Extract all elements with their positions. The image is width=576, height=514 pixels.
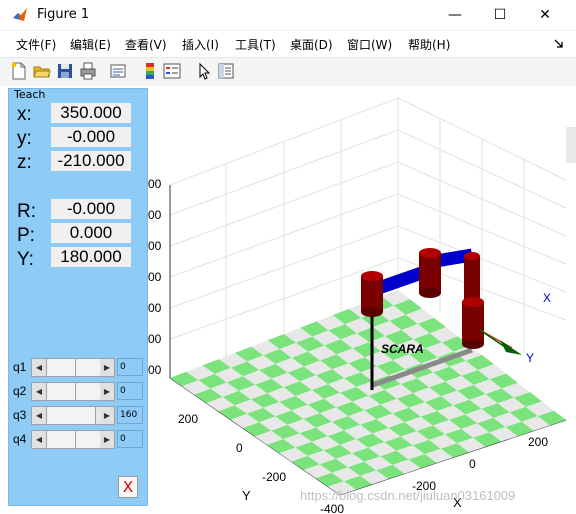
print-icon[interactable] (79, 62, 97, 80)
slider-thumb[interactable] (46, 407, 96, 424)
dock-arrow-icon[interactable] (554, 39, 564, 49)
new-figure-icon[interactable] (10, 62, 28, 80)
slider-thumb[interactable] (46, 383, 76, 400)
y-value-field[interactable]: -0.000 (51, 127, 131, 147)
tool-x-label: X (543, 291, 551, 305)
scrollbar[interactable] (566, 127, 576, 163)
slider-left-arrow-icon[interactable]: ◀ (32, 359, 46, 376)
slider-thumb[interactable] (46, 359, 76, 376)
arrow-cursor-icon[interactable] (195, 62, 213, 80)
teach-close-button[interactable]: X (118, 476, 138, 498)
property-inspector-icon[interactable] (217, 62, 235, 80)
x-value-field[interactable]: 350.000 (51, 103, 131, 123)
z-tick-label: 00 (148, 301, 162, 315)
robot-name-label: SCARA (381, 342, 424, 356)
z-tick-label: 00 (148, 332, 162, 346)
joint-2 (419, 248, 441, 298)
y-tick-label: 200 (178, 412, 198, 426)
slider-left-arrow-icon[interactable]: ◀ (32, 431, 46, 448)
y-tick-label: -200 (262, 470, 286, 484)
maximize-button[interactable]: ☐ (477, 0, 523, 30)
menu-file[interactable]: 文件(F) (16, 36, 56, 53)
slider-left-arrow-icon[interactable]: ◀ (32, 383, 46, 400)
joint-q4-slider[interactable]: ◀ ▶ (31, 430, 115, 449)
y-tick-label: 0 (236, 441, 243, 455)
yaw-label: Y: (17, 249, 34, 270)
menu-help[interactable]: 帮助(H) (408, 36, 450, 53)
x-label: x: (17, 104, 32, 125)
y-tick-label: -400 (320, 502, 344, 514)
joint-q3-slider[interactable]: ◀ ▶ (31, 406, 115, 425)
joint-q3-label: q3 (13, 408, 27, 422)
z-value-field[interactable]: -210.000 (51, 151, 131, 171)
minimize-button[interactable]: — (432, 0, 478, 30)
maximize-icon: ☐ (493, 7, 507, 23)
pitch-label: P: (17, 225, 35, 246)
z-tick-label: 00 (148, 363, 162, 377)
joint-q3-value[interactable]: 160 (117, 406, 143, 424)
menu-desktop[interactable]: 桌面(D) (290, 36, 333, 53)
z-tick-label: 00 (148, 177, 162, 191)
slider-right-arrow-icon[interactable]: ▶ (100, 383, 114, 400)
pitch-value-field[interactable]: 0.000 (51, 223, 131, 243)
z-tick-label: 00 (148, 208, 162, 222)
z-label: z: (17, 152, 32, 173)
yaw-value-field[interactable]: 180.000 (51, 247, 131, 267)
roll-value-field[interactable]: -0.000 (51, 199, 131, 219)
slider-right-arrow-icon[interactable]: ▶ (100, 359, 114, 376)
matlab-icon (13, 8, 27, 21)
menu-insert[interactable]: 插入(I) (182, 36, 219, 53)
joint-q1-value[interactable]: 0 (117, 358, 143, 376)
colorbar-icon[interactable] (141, 62, 159, 80)
legend-icon[interactable] (163, 62, 181, 80)
joint-4 (462, 297, 484, 349)
watermark-text: https://blog.csdn.net/jiuluan03161009 (300, 488, 515, 503)
menu-tools[interactable]: 工具(T) (235, 36, 276, 53)
roll-label: R: (17, 201, 36, 222)
joint-q2-slider[interactable]: ◀ ▶ (31, 382, 115, 401)
joint-q4-value[interactable]: 0 (117, 430, 143, 448)
joint-q1-slider[interactable]: ◀ ▶ (31, 358, 115, 377)
z-tick-label: 00 (148, 270, 162, 284)
joint-q1-label: q1 (13, 360, 27, 374)
window-title: Figure 1 (37, 7, 90, 22)
menu-window[interactable]: 窗口(W) (347, 36, 392, 53)
y-label: y: (17, 128, 32, 149)
slider-left-arrow-icon[interactable]: ◀ (32, 407, 46, 424)
open-folder-icon[interactable] (33, 62, 51, 80)
tool-y-label: Y (526, 351, 534, 365)
menu-edit[interactable]: 编辑(E) (70, 36, 111, 53)
close-button[interactable]: ✕ (522, 0, 568, 30)
joint-1 (361, 271, 383, 317)
z-tick-label: 00 (148, 239, 162, 253)
save-icon[interactable] (56, 62, 74, 80)
robot-3d-plot[interactable]: X Y SCARA 00 00 00 00 00 00 00 200 0 -20… (148, 86, 566, 514)
joint-q4-label: q4 (13, 432, 27, 446)
tool-y-arrow (500, 340, 522, 355)
y-axis-label: Y (242, 488, 251, 503)
menu-view[interactable]: 查看(V) (125, 36, 167, 53)
slider-right-arrow-icon[interactable]: ▶ (100, 431, 114, 448)
slider-right-arrow-icon[interactable]: ▶ (100, 407, 114, 424)
slider-thumb[interactable] (46, 431, 76, 448)
x-tick-label: 200 (528, 435, 548, 449)
minimize-icon: — (448, 7, 462, 23)
joint-q2-value[interactable]: 0 (117, 382, 143, 400)
joint-q2-label: q2 (13, 384, 27, 398)
close-icon: ✕ (539, 7, 551, 23)
x-tick-label: 0 (469, 457, 476, 471)
teach-panel-title: Teach (14, 88, 46, 101)
joint-3 (464, 252, 480, 302)
link-icon[interactable] (109, 62, 127, 80)
